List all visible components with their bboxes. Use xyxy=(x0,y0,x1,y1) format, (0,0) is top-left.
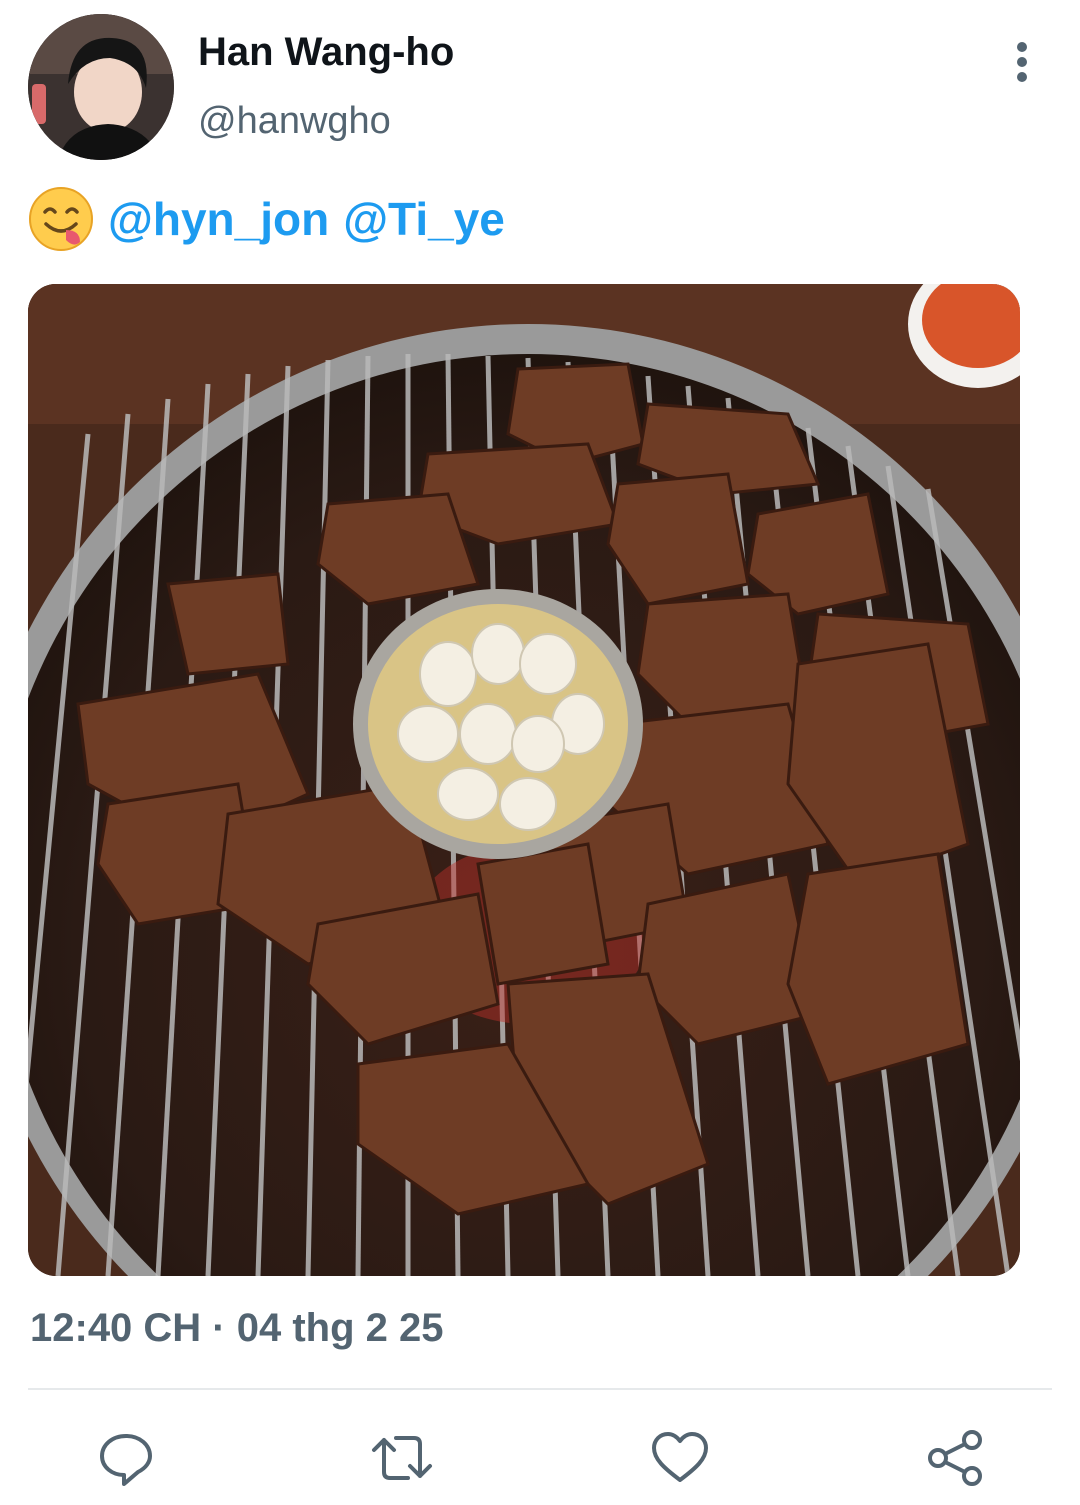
divider xyxy=(28,1388,1052,1390)
grilled-meat-photo xyxy=(28,284,1020,1276)
author-avatar[interactable] xyxy=(28,14,174,160)
tweet-timestamp[interactable]: 12:40 CH · 04 thg 2 25 xyxy=(30,1306,444,1351)
tweet-photo[interactable] xyxy=(28,284,1020,1276)
like-button[interactable] xyxy=(650,1428,710,1488)
author-display-name[interactable]: Han Wang-ho xyxy=(198,30,454,75)
share-icon xyxy=(928,1430,982,1486)
share-button[interactable] xyxy=(926,1428,986,1488)
more-options-button[interactable] xyxy=(1000,38,1044,86)
mention-hyn-jon[interactable]: @hyn_jon xyxy=(108,192,329,246)
mention-ti-ye[interactable]: @Ti_ye xyxy=(343,192,505,246)
retweet-icon xyxy=(372,1436,432,1480)
like-icon xyxy=(652,1432,708,1482)
author-handle[interactable]: @hanwgho xyxy=(198,100,391,143)
avatar-image xyxy=(28,14,174,160)
reply-icon xyxy=(100,1434,152,1486)
more-vertical-icon xyxy=(1017,42,1027,82)
retweet-button[interactable] xyxy=(370,1428,432,1488)
tweet-text: @hyn_jon @Ti_ye xyxy=(28,186,505,252)
yum-face-emoji-icon xyxy=(29,187,93,251)
reply-button[interactable] xyxy=(96,1428,156,1488)
